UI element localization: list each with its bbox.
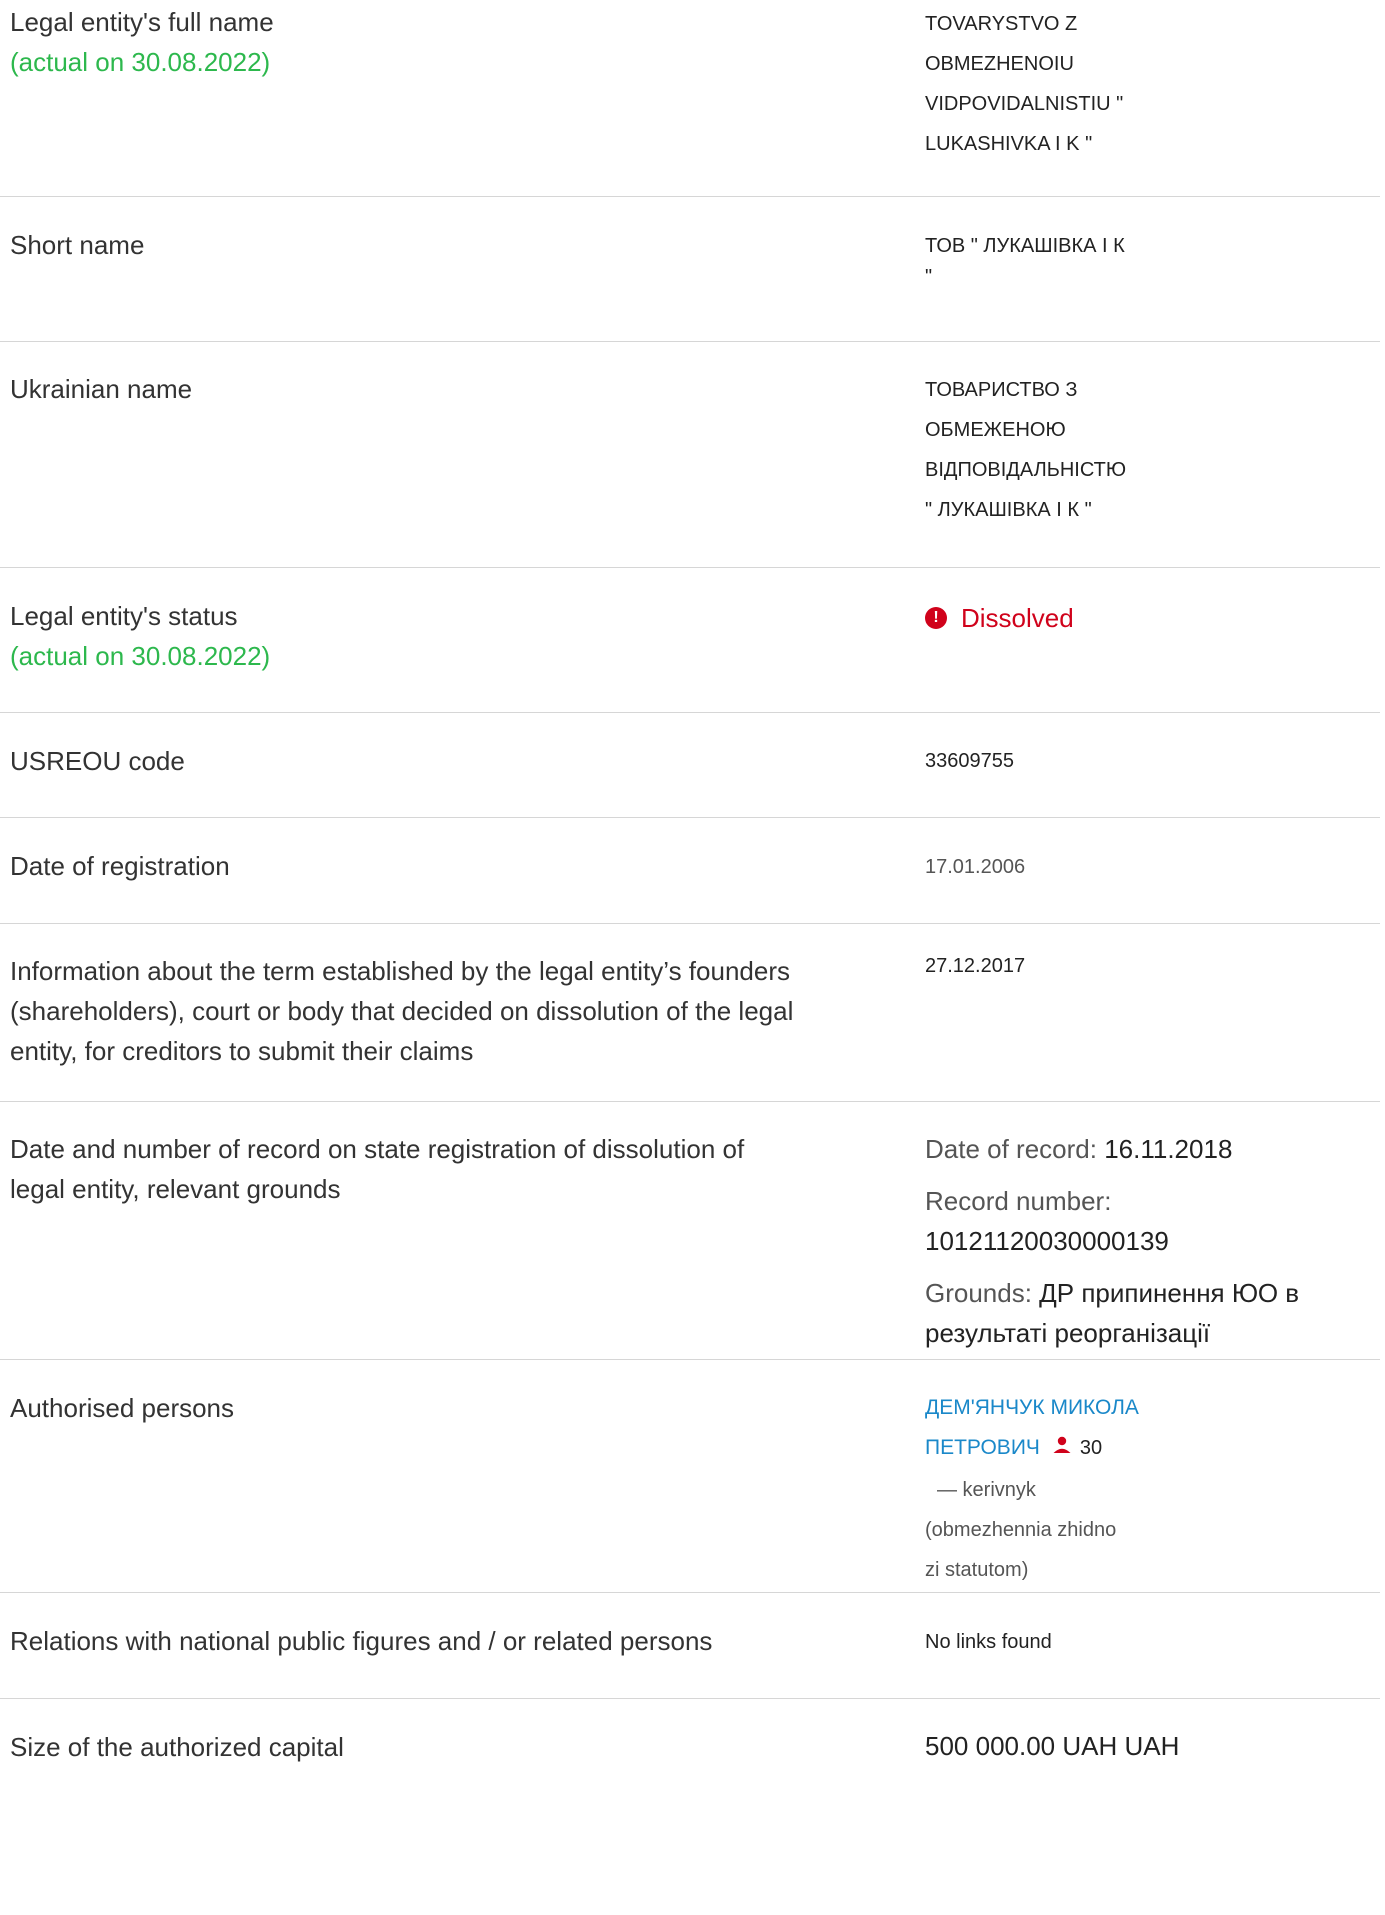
creditors-term-value: 27.12.2017 bbox=[925, 955, 1026, 977]
record-date-label: Date of record: bbox=[925, 1134, 1105, 1164]
usreou-value: 33609755 bbox=[925, 750, 1014, 772]
row-registration: Date of registration 17.01.2006 bbox=[0, 818, 1380, 924]
full-name-value: TOVARYSTVO Z bbox=[925, 13, 1078, 35]
dissolution-label: Date and number of record on state regis… bbox=[10, 1134, 745, 1164]
alert-circle-icon: ! bbox=[925, 607, 947, 629]
creditors-term-label: entity, for creditors to submit their cl… bbox=[10, 1036, 474, 1066]
relations-value: No links found bbox=[925, 1631, 1052, 1653]
row-status: Legal entity's status (actual on 30.08.2… bbox=[0, 568, 1380, 713]
record-date-value: 16.11.2018 bbox=[1104, 1134, 1233, 1164]
authorised-label: Authorised persons bbox=[10, 1393, 235, 1423]
creditors-term-label: (shareholders), court or body that decid… bbox=[10, 996, 794, 1026]
authorised-person-link[interactable]: ПЕТРОВИЧ bbox=[925, 1436, 1040, 1459]
authorised-role: — kerivnyk bbox=[937, 1479, 1036, 1501]
record-number-value: 10121120030000139 bbox=[925, 1226, 1169, 1256]
authorised-person-link[interactable]: ДЕМ'ЯНЧУК МИКОЛА bbox=[925, 1388, 1380, 1428]
usreou-label: USREOU code bbox=[10, 746, 185, 776]
full-name-value: VIDPOVIDALNISTIU " bbox=[925, 93, 1124, 115]
row-short-name: Short name ТОВ " ЛУКАШІВКА І К " bbox=[0, 197, 1380, 342]
status-actual-date: (actual on 30.08.2022) bbox=[10, 641, 271, 671]
relations-label: Relations with national public figures a… bbox=[10, 1626, 713, 1656]
short-name-value: " bbox=[925, 266, 933, 288]
authorised-role: zi statutom) bbox=[925, 1559, 1029, 1581]
full-name-actual-date: (actual on 30.08.2022) bbox=[10, 47, 271, 77]
row-creditors-term: Information about the term established b… bbox=[0, 924, 1380, 1102]
grounds-value: ДР припинення ЮО в bbox=[1039, 1278, 1300, 1308]
registration-value: 17.01.2006 bbox=[925, 856, 1026, 878]
dissolution-label: legal entity, relevant grounds bbox=[10, 1174, 341, 1204]
short-name-value: ТОВ " ЛУКАШІВКА І К bbox=[925, 235, 1125, 257]
entity-details: Legal entity's full name (actual on 30.0… bbox=[0, 0, 1385, 1819]
ukrainian-name-label: Ukrainian name bbox=[10, 374, 193, 404]
full-name-value: OBMEZHENOIU bbox=[925, 53, 1074, 75]
registration-label: Date of registration bbox=[10, 851, 230, 881]
record-number-label: Record number: bbox=[925, 1186, 1112, 1216]
row-capital: Size of the authorized capital 500 000.0… bbox=[0, 1699, 1380, 1819]
status-label: Legal entity's status bbox=[10, 601, 238, 631]
record-grounds: Grounds: ДР припинення ЮО в результаті р… bbox=[925, 1273, 1380, 1353]
row-ukrainian-name: Ukrainian name ТОВАРИСТВО З ОБМЕЖЕНОЮ ВІ… bbox=[0, 342, 1380, 568]
capital-label: Size of the authorized capital bbox=[10, 1732, 344, 1762]
row-dissolution-record: Date and number of record on state regis… bbox=[0, 1102, 1380, 1360]
row-full-name: Legal entity's full name (actual on 30.0… bbox=[0, 0, 1380, 197]
grounds-value: результаті реорганізації bbox=[925, 1318, 1211, 1348]
ukrainian-name-value: ТОВАРИСТВО З bbox=[925, 379, 1078, 401]
row-usreou: USREOU code 33609755 bbox=[0, 713, 1380, 818]
ukrainian-name-value: ОБМЕЖЕНОЮ bbox=[925, 419, 1066, 441]
full-name-value: LUKASHIVKA I K " bbox=[925, 133, 1093, 155]
record-date: Date of record: 16.11.2018 bbox=[925, 1129, 1380, 1169]
ukrainian-name-value: " ЛУКАШІВКА І К " bbox=[925, 499, 1092, 521]
row-relations: Relations with national public figures a… bbox=[0, 1593, 1380, 1699]
ukrainian-name-value: ВІДПОВІДАЛЬНІСТЮ bbox=[925, 459, 1127, 481]
person-count: 30 bbox=[1079, 1437, 1103, 1459]
status-value: Dissolved bbox=[961, 603, 1074, 633]
short-name-label: Short name bbox=[10, 230, 145, 260]
record-number: Record number: 10121120030000139 bbox=[925, 1181, 1380, 1261]
full-name-label: Legal entity's full name bbox=[10, 7, 274, 37]
status-badge: ! Dissolved bbox=[925, 598, 1380, 638]
creditors-term-label: Information about the term established b… bbox=[10, 956, 790, 986]
person-icon bbox=[1052, 1430, 1072, 1470]
capital-value: 500 000.00 UAH UAH bbox=[925, 1731, 1180, 1761]
row-authorised-persons: Authorised persons ДЕМ'ЯНЧУК МИКОЛА ПЕТР… bbox=[0, 1360, 1380, 1593]
grounds-label: Grounds: bbox=[925, 1278, 1040, 1308]
authorised-role: (obmezhennia zhidno bbox=[925, 1519, 1117, 1541]
